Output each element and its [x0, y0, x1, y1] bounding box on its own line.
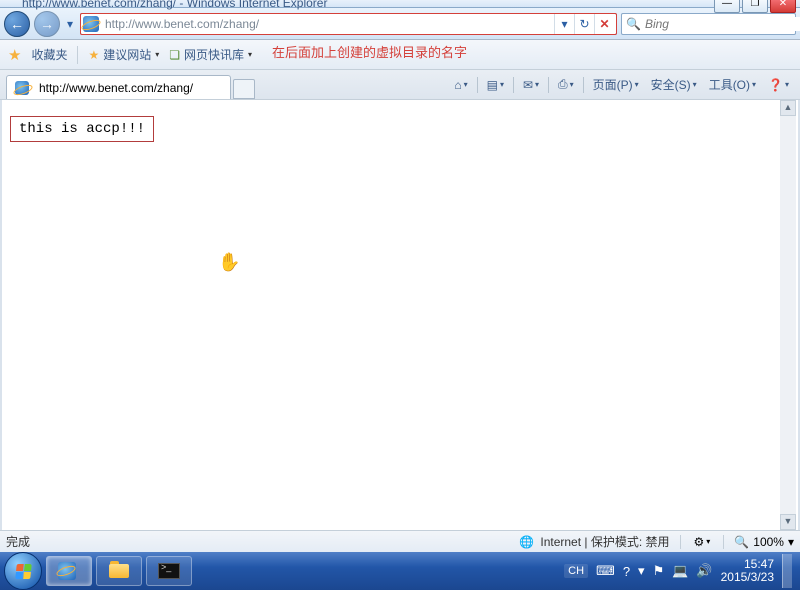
windows-logo-icon [15, 564, 32, 579]
page-content-box: this is accp!!! [10, 116, 154, 142]
globe-icon: 🌐 [519, 535, 534, 549]
home-icon: ⌂ [454, 78, 461, 92]
chevron-down-icon: ▾ [248, 50, 252, 59]
favbar-item-label: 建议网站 [103, 46, 151, 63]
maximize-button[interactable]: ❐ [742, 0, 768, 13]
chevron-down-icon: ▾ [155, 50, 159, 59]
home-button[interactable]: ⌂▾ [451, 76, 470, 94]
minimize-button[interactable]: — [714, 0, 740, 13]
separator [77, 46, 78, 64]
address-bar[interactable]: ▾ ↻ ✕ [80, 13, 617, 35]
ie-icon [83, 16, 99, 32]
page-viewport: this is accp!!! ✋ ▲ ▼ [0, 100, 800, 530]
feeds-button[interactable]: ▤▾ [484, 76, 507, 94]
mail-button[interactable]: ✉▾ [520, 76, 542, 94]
refresh-button[interactable]: ↻ [574, 14, 594, 34]
network-icon[interactable]: 💻 [672, 563, 688, 579]
url-input[interactable] [103, 17, 554, 31]
tools-menu[interactable]: 工具(O)▾ [706, 74, 759, 95]
zoom-control[interactable]: 🔍 100% ▾ [734, 535, 794, 549]
separator [680, 535, 681, 549]
scroll-up-button[interactable]: ▲ [780, 100, 796, 116]
ie-icon [58, 562, 76, 580]
rss-icon: ▤ [487, 78, 498, 92]
print-icon: ⎙ [558, 77, 568, 92]
separator [723, 535, 724, 549]
taskbar-cmd[interactable]: >_ [146, 556, 192, 586]
forward-button[interactable]: → [34, 11, 60, 37]
stop-button[interactable]: ✕ [594, 14, 614, 34]
help-button[interactable]: ❓▾ [765, 76, 792, 94]
help-tray-icon[interactable]: ? [623, 564, 630, 579]
mouse-cursor: ✋ [218, 252, 240, 273]
star-icon: ★ [88, 48, 99, 62]
clock-date: 2015/3/23 [721, 571, 774, 584]
tab-title: http://www.benet.com/zhang/ [39, 81, 193, 95]
nav-history-dropdown[interactable]: ▾ [64, 17, 76, 31]
close-button[interactable]: ✕ [770, 0, 796, 13]
show-desktop-button[interactable] [782, 554, 792, 588]
vertical-scrollbar[interactable]: ▲ ▼ [780, 100, 796, 530]
cmd-icon: >_ [158, 563, 180, 579]
scroll-track[interactable] [780, 116, 796, 514]
action-flag-icon[interactable]: ⚑ [653, 563, 665, 579]
zoom-level: 100% [753, 535, 784, 549]
search-box[interactable]: 🔍 [621, 13, 796, 35]
separator [513, 77, 514, 93]
print-button[interactable]: ⎙▾ [555, 75, 577, 94]
start-button[interactable] [4, 552, 42, 590]
clock[interactable]: 15:47 2015/3/23 [721, 558, 774, 584]
slice-icon: ❏ [169, 48, 180, 62]
back-button[interactable]: ← [4, 11, 30, 37]
favbar-item-label: 网页快讯库 [184, 46, 244, 63]
annotation-text: 在后面加上创建的虚拟目录的名字 [272, 42, 467, 61]
mail-icon: ✉ [523, 78, 533, 92]
volume-icon[interactable]: 🔊 [696, 563, 712, 579]
separator [583, 77, 584, 93]
taskbar-explorer[interactable] [96, 556, 142, 586]
folder-icon [109, 564, 129, 578]
tray-overflow[interactable]: ▾ [638, 563, 645, 579]
keyboard-icon[interactable]: ⌨ [596, 563, 615, 579]
favbar-suggested-sites[interactable]: ★ 建议网站 ▾ [88, 46, 159, 63]
address-dropdown[interactable]: ▾ [554, 14, 574, 34]
search-input[interactable] [645, 17, 800, 31]
safety-menu[interactable]: 安全(S)▾ [648, 74, 700, 95]
security-zone[interactable]: Internet | 保护模式: 禁用 [540, 533, 669, 550]
ie-icon [15, 81, 29, 95]
favorites-star-icon[interactable]: ★ [8, 46, 21, 64]
favbar-web-slices[interactable]: ❏ 网页快讯库 ▾ [169, 46, 252, 63]
taskbar-ie[interactable] [46, 556, 92, 586]
language-indicator[interactable]: CH [564, 564, 588, 578]
zoom-icon: 🔍 [734, 535, 749, 549]
gear-icon: ⚙ [694, 535, 705, 549]
help-icon: ❓ [768, 78, 783, 92]
page-menu[interactable]: 页面(P)▾ [590, 74, 642, 95]
browser-tab[interactable]: http://www.benet.com/zhang/ [6, 75, 231, 99]
scroll-down-button[interactable]: ▼ [780, 514, 796, 530]
separator [477, 77, 478, 93]
separator [548, 77, 549, 93]
protected-mode-button[interactable]: ⚙ ▾ [691, 533, 714, 551]
window-title: http://www.benet.com/zhang/ - Windows In… [22, 0, 327, 10]
new-tab-button[interactable] [233, 79, 255, 99]
favorites-label[interactable]: 收藏夹 [31, 46, 67, 63]
search-icon: 🔍 [626, 17, 641, 31]
status-text: 完成 [6, 533, 509, 550]
